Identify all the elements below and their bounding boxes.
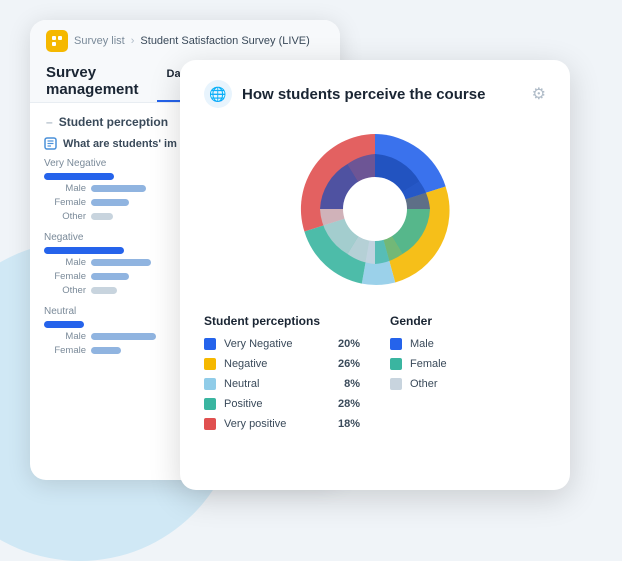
title-group: 🌐 How students perceive the course (204, 80, 485, 108)
front-card-header: 🌐 How students perceive the course ⚙ (204, 80, 546, 108)
bar-label: Male (44, 331, 86, 342)
legend-item-other: Other (390, 378, 546, 390)
bar-label: Female (44, 197, 86, 208)
legend-label-neutral: Neutral (224, 378, 324, 390)
legend-dot-very-positive (204, 418, 216, 430)
bar-label: Male (44, 183, 86, 194)
legend-pct-positive: 28% (332, 398, 360, 410)
legend-dot-other (390, 378, 402, 390)
bar-label: Male (44, 257, 86, 268)
bar-fill-male (91, 259, 151, 266)
legend-perceptions-title: Student perceptions (204, 314, 360, 328)
legend-dot-female (390, 358, 402, 370)
breadcrumb: Survey list › Student Satisfaction Surve… (46, 30, 324, 52)
legend-label-positive: Positive (224, 398, 324, 410)
legend-pct-neutral: 8% (332, 378, 360, 390)
bar-label: Female (44, 271, 86, 282)
section-title-label: Student perception (59, 115, 168, 129)
legend-label-female: Female (410, 358, 546, 370)
breadcrumb-current: Student Satisfaction Survey (LIVE) (140, 35, 309, 47)
legend-dot-neutral (204, 378, 216, 390)
legend-gender: Gender Male Female Other (390, 314, 546, 438)
breadcrumb-root: Survey list (74, 35, 125, 47)
front-card: 🌐 How students perceive the course ⚙ (180, 60, 570, 490)
legend-pct-negative: 26% (332, 358, 360, 370)
bar-fill-female (91, 199, 129, 206)
legend-item: Very positive 18% (204, 418, 360, 430)
bar-fill (44, 247, 124, 254)
legend-item: Negative 26% (204, 358, 360, 370)
legend-dot-male (390, 338, 402, 350)
legend-label-negative: Negative (224, 358, 324, 370)
bar-label: Other (44, 285, 86, 296)
donut-chart-area (204, 124, 546, 294)
legend-item-male: Male (390, 338, 546, 350)
legend-item-female: Female (390, 358, 546, 370)
brand-icon (46, 30, 68, 52)
legend-area: Student perceptions Very Negative 20% Ne… (204, 314, 546, 438)
legend-item: Positive 28% (204, 398, 360, 410)
bar-label: Female (44, 345, 86, 356)
legend-label-very-positive: Very positive (224, 418, 324, 430)
bar-fill-female (91, 347, 121, 354)
bar-fill-other (91, 213, 113, 220)
legend-item: Very Negative 20% (204, 338, 360, 350)
legend-dot-negative (204, 358, 216, 370)
bar-fill (44, 173, 114, 180)
chart-title: What are students' im (63, 138, 177, 150)
legend-perceptions: Student perceptions Very Negative 20% Ne… (204, 314, 360, 438)
legend-label-male: Male (410, 338, 546, 350)
front-card-title: How students perceive the course (242, 86, 485, 103)
globe-icon: 🌐 (204, 80, 232, 108)
legend-gender-title: Gender (390, 314, 546, 328)
legend-item: Neutral 8% (204, 378, 360, 390)
bar-fill-male (91, 333, 156, 340)
bar-fill-female (91, 273, 129, 280)
nav-title: Survey management (46, 64, 139, 98)
bar-fill (44, 321, 84, 328)
gear-icon[interactable]: ⚙ (532, 84, 546, 104)
breadcrumb-separator: › (131, 35, 135, 47)
legend-label-very-negative: Very Negative (224, 338, 324, 350)
bar-fill-other (91, 287, 117, 294)
donut-chart (290, 124, 460, 294)
bar-label: Other (44, 211, 86, 222)
bar-fill-male (91, 185, 146, 192)
legend-pct-very-positive: 18% (332, 418, 360, 430)
legend-dot-very-negative (204, 338, 216, 350)
legend-label-other: Other (410, 378, 546, 390)
legend-pct-very-negative: 20% (332, 338, 360, 350)
legend-dot-positive (204, 398, 216, 410)
